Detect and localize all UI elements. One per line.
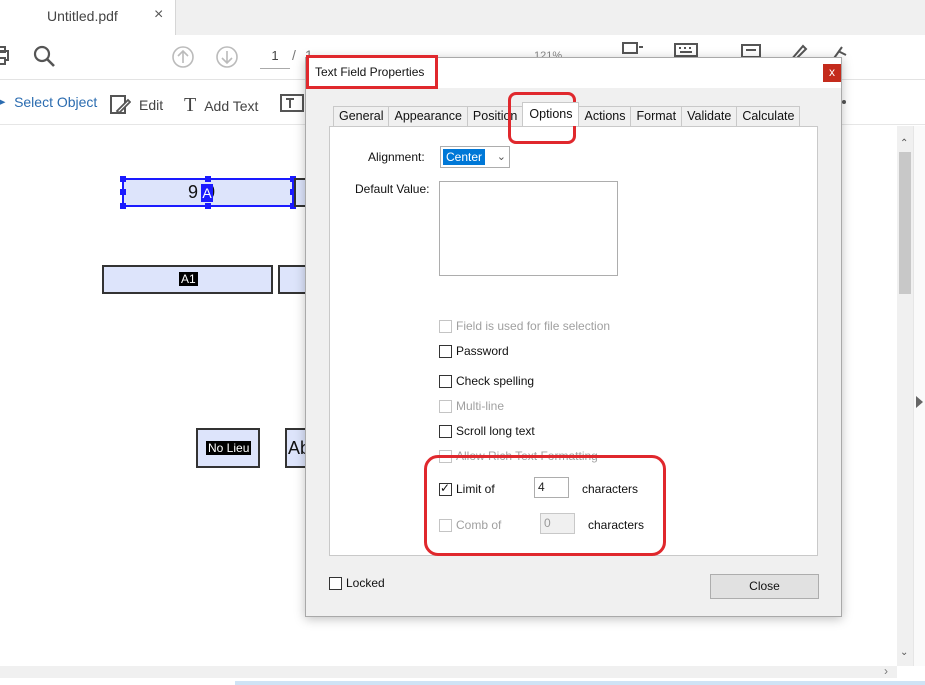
password-label: Password: [456, 344, 509, 358]
check-spelling-option[interactable]: Check spelling: [439, 374, 534, 388]
locked-option[interactable]: Locked: [329, 576, 385, 590]
text-field-tool-icon[interactable]: [280, 93, 304, 113]
edit-doc-icon: [110, 95, 131, 115]
text-t-icon: T: [184, 94, 197, 116]
multi-line-label: Multi-line: [456, 399, 505, 413]
annotation-highlight-title: [306, 55, 438, 89]
next-page-icon[interactable]: [215, 45, 239, 69]
edit-label: Edit: [139, 97, 164, 113]
dialog-tabs: General Appearance Position Options Acti…: [333, 102, 801, 126]
scroll-down-icon[interactable]: ⌄: [900, 647, 908, 658]
scroll-long-text-checkbox[interactable]: [439, 424, 452, 438]
horizontal-scrollbar[interactable]: [0, 666, 897, 678]
tab-validate[interactable]: Validate: [681, 106, 738, 126]
tab-calculate[interactable]: Calculate: [736, 106, 801, 126]
field3-text: No Lieu: [206, 441, 252, 455]
scrollbar-thumb[interactable]: [899, 152, 911, 294]
file-selection-label: Field is used for file selection: [456, 319, 611, 333]
field2-text: A1: [179, 272, 198, 286]
add-text-label: Add Text: [204, 97, 259, 114]
cursor-icon: ➤: [0, 95, 7, 109]
chevron-down-icon: ⌄: [496, 151, 506, 163]
tab-actions[interactable]: Actions: [578, 106, 632, 126]
resize-handle[interactable]: [205, 203, 211, 209]
default-value-textarea[interactable]: [439, 181, 618, 276]
page-separator: /: [292, 47, 296, 63]
resize-handle[interactable]: [120, 203, 126, 209]
password-option[interactable]: Password: [439, 344, 509, 358]
resize-handle[interactable]: [205, 176, 211, 182]
scroll-long-text-label: Scroll long text: [456, 424, 535, 438]
resize-handle[interactable]: [120, 176, 126, 182]
password-checkbox[interactable]: [439, 344, 452, 358]
previous-page-icon[interactable]: [171, 45, 195, 69]
more-tools-icon[interactable]: [842, 100, 846, 104]
page-number-input[interactable]: 1: [260, 45, 290, 69]
alignment-value: Center: [443, 149, 486, 165]
annotation-highlight-limit: [424, 455, 666, 556]
status-strip: [235, 681, 925, 685]
field1-cursor: A: [201, 184, 213, 202]
alignment-select[interactable]: Center ⌄: [440, 146, 510, 168]
close-button[interactable]: Close: [710, 574, 819, 599]
tab-options[interactable]: Options: [522, 102, 580, 126]
print-icon[interactable]: [0, 45, 12, 67]
scroll-right-icon[interactable]: ›: [884, 664, 888, 678]
expand-pane-icon[interactable]: [916, 396, 923, 408]
check-spelling-checkbox[interactable]: [439, 374, 452, 388]
fit-page-icon[interactable]: [621, 41, 643, 55]
scroll-up-icon[interactable]: ⌃: [900, 138, 908, 149]
tab-appearance[interactable]: Appearance: [388, 106, 468, 126]
tab-format[interactable]: Format: [630, 106, 683, 126]
keyboard-icon[interactable]: [674, 43, 698, 57]
scroll-long-text-option[interactable]: Scroll long text: [439, 424, 535, 438]
check-spelling-label: Check spelling: [456, 374, 535, 388]
edit-tool[interactable]: Edit: [109, 94, 163, 116]
resize-handle[interactable]: [120, 189, 126, 195]
locked-checkbox[interactable]: [329, 576, 342, 590]
default-value-label: Default Value:: [355, 182, 430, 196]
multi-line-checkbox: [439, 399, 452, 413]
file-selection-checkbox: [439, 319, 452, 333]
alignment-label: Alignment:: [368, 150, 425, 164]
document-tab-title: Untitled.pdf: [47, 8, 118, 24]
locked-label: Locked: [346, 576, 385, 590]
dialog-close-icon[interactable]: x: [823, 64, 841, 82]
tab-general[interactable]: General: [333, 106, 390, 126]
multi-line-option: Multi-line: [439, 399, 504, 413]
add-text-tool[interactable]: T Add Text: [184, 94, 258, 117]
select-object-label: Select Object: [14, 94, 98, 110]
search-icon[interactable]: [32, 44, 58, 70]
file-selection-option: Field is used for file selection: [439, 319, 610, 333]
select-object-tool[interactable]: ➤ Select Object: [0, 94, 97, 110]
close-tab-icon[interactable]: ×: [154, 6, 163, 24]
